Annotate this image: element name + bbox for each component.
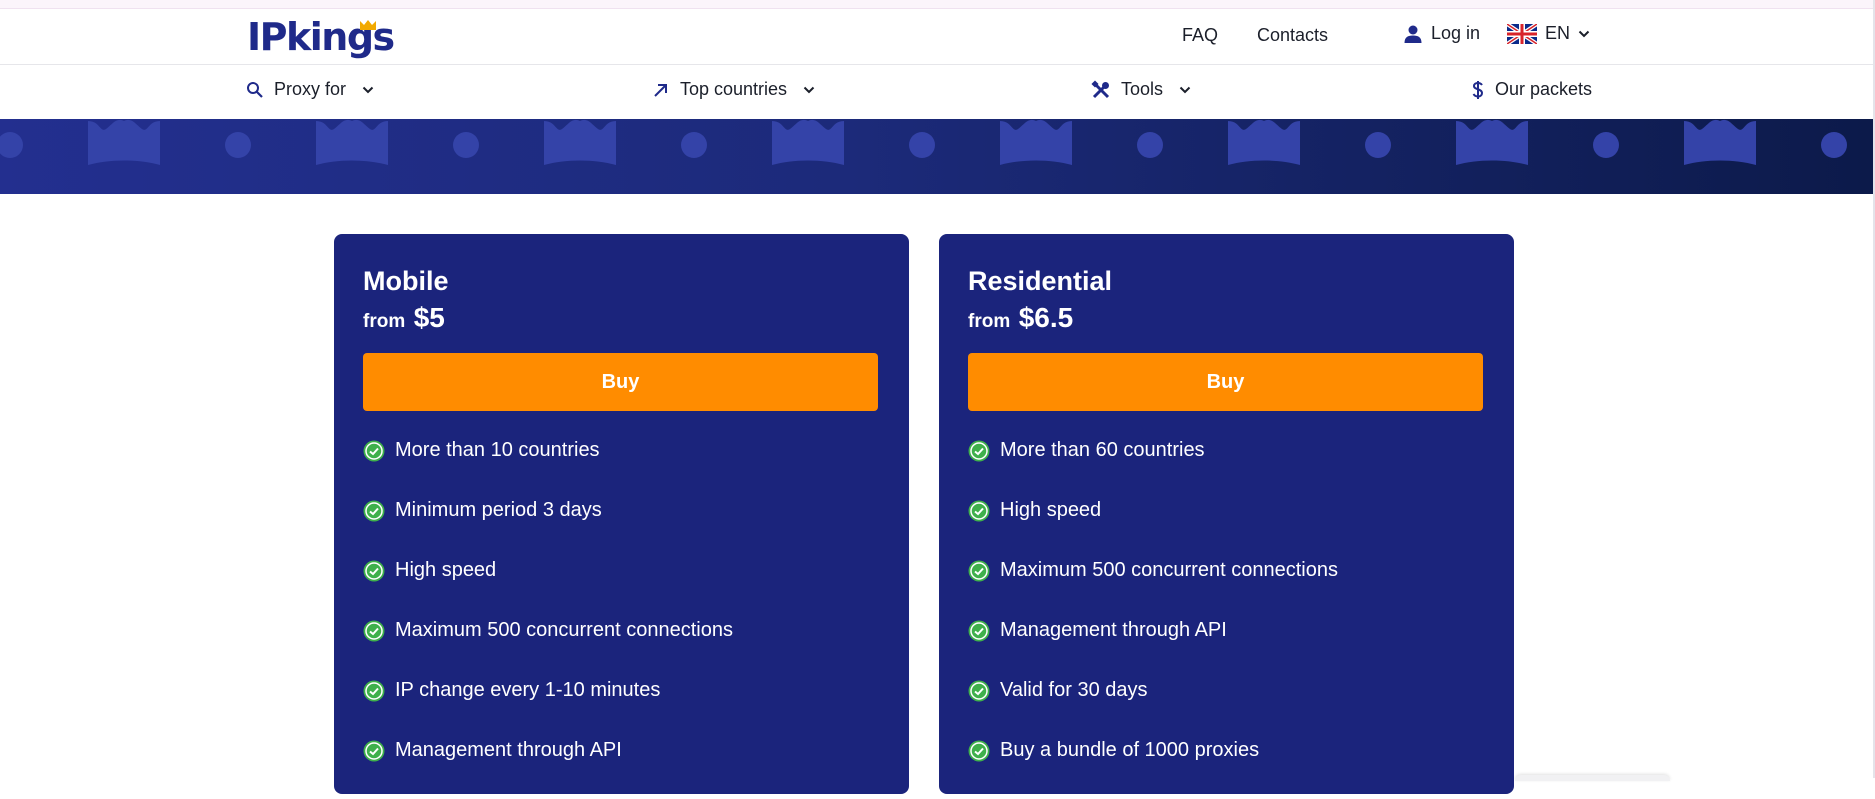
card-title: Residential (968, 266, 1113, 296)
feature-item: More than 10 countries (363, 439, 733, 499)
check-circle-icon (968, 680, 990, 702)
nav-item-proxy-for[interactable]: Proxy for (246, 79, 374, 100)
pattern-crown (1228, 119, 1300, 165)
nav-item-label: Top countries (680, 79, 788, 99)
contacts-link[interactable]: Contacts (1257, 25, 1328, 46)
feature-item: More than 60 countries (968, 439, 1338, 499)
check-circle-icon (968, 500, 990, 522)
feature-item: Buy a bundle of 1000 proxies (968, 739, 1338, 799)
language-label: EN (1545, 23, 1571, 43)
card-price: from $5 (363, 302, 445, 334)
feature-text: More than 10 countries (395, 439, 600, 461)
chevron-down-icon (803, 86, 815, 93)
pattern-crown (88, 119, 160, 165)
feature-text: Minimum period 3 days (395, 499, 602, 521)
pattern-circle (681, 132, 707, 158)
card-title: Mobile (363, 266, 449, 296)
top-strip (0, 0, 1875, 9)
feature-text: Maximum 500 concurrent connections (395, 619, 733, 641)
pattern-circle (1137, 132, 1163, 158)
feature-item: High speed (968, 499, 1338, 559)
nav-item-top-countries[interactable]: Top countries (652, 79, 815, 100)
crown-icon (360, 20, 376, 30)
arrow-up-right-icon (654, 83, 667, 97)
faq-link[interactable]: FAQ (1182, 25, 1218, 46)
feature-item: Management through API (363, 739, 733, 799)
language-selector[interactable]: EN (1507, 23, 1590, 44)
price-prefix: from (363, 311, 406, 332)
buy-button[interactable]: Buy (968, 353, 1483, 411)
nav-item-our-packets[interactable]: Our packets (1471, 79, 1592, 100)
feature-list: More than 60 countries High speed Maximu… (968, 439, 1338, 799)
buy-button[interactable]: Buy (363, 353, 878, 411)
chevron-down-icon (1578, 30, 1590, 37)
check-circle-icon (968, 740, 990, 762)
pattern-crown (544, 119, 616, 165)
chevron-down-icon (362, 86, 374, 93)
nav-item-tools[interactable]: Tools (1091, 79, 1191, 100)
check-circle-icon (363, 560, 385, 582)
pricing-card-residential: Residential from $6.5 Buy More than 60 c… (939, 234, 1514, 794)
price-amount: $6.5 (1018, 302, 1074, 333)
check-circle-icon (363, 620, 385, 642)
check-circle-icon (968, 620, 990, 642)
feature-item: Valid for 30 days (968, 679, 1338, 739)
login-label: Log in (1431, 23, 1481, 43)
crown-pattern (0, 119, 1847, 165)
check-circle-icon (363, 740, 385, 762)
uk-flag-icon (1507, 23, 1537, 44)
feature-text: Buy a bundle of 1000 proxies (1000, 739, 1260, 761)
chevron-down-icon (1179, 86, 1191, 93)
floating-widget-edge (1515, 775, 1670, 781)
pattern-circle (1821, 132, 1847, 158)
login-button[interactable]: Log in (1403, 23, 1480, 44)
pattern-circle (453, 132, 479, 158)
feature-text: High speed (395, 559, 497, 581)
card-price: from $6.5 (968, 302, 1073, 334)
search-icon (247, 81, 263, 98)
price-amount: $5 (413, 302, 445, 333)
feature-text: IP change every 1-10 minutes (395, 679, 661, 701)
nav-item-label: Our packets (1495, 79, 1593, 99)
feature-text: Maximum 500 concurrent connections (1000, 559, 1338, 581)
feature-item: Minimum period 3 days (363, 499, 733, 559)
price-prefix: from (968, 311, 1011, 332)
check-circle-icon (363, 440, 385, 462)
check-circle-icon (968, 560, 990, 582)
feature-text: Management through API (395, 739, 622, 761)
feature-item: Maximum 500 concurrent connections (363, 619, 733, 679)
pattern-circle (1365, 132, 1391, 158)
feature-list: More than 10 countries Minimum period 3 … (363, 439, 733, 799)
pattern-circle (909, 132, 935, 158)
main-nav: Proxy for Top countries Tools Our packet… (0, 65, 1873, 119)
nav-item-label: Tools (1121, 79, 1164, 99)
pattern-crown (772, 119, 844, 165)
feature-text: More than 60 countries (1000, 439, 1205, 461)
pattern-circle (1593, 132, 1619, 158)
check-circle-icon (363, 680, 385, 702)
check-circle-icon (968, 440, 990, 462)
feature-item: IP change every 1-10 minutes (363, 679, 733, 739)
check-circle-icon (363, 500, 385, 522)
dollar-icon (1472, 80, 1484, 99)
pattern-circle (0, 132, 23, 158)
pattern-crown (1000, 119, 1072, 165)
pattern-circle (225, 132, 251, 158)
feature-item: Maximum 500 concurrent connections (968, 559, 1338, 619)
feature-text: High speed (1000, 499, 1102, 521)
logo[interactable]: IPkings (247, 13, 395, 61)
feature-text: Management through API (1000, 619, 1227, 641)
pricing-card-mobile: Mobile from $5 Buy More than 10 countrie… (334, 234, 909, 794)
pattern-crown (1684, 119, 1756, 165)
feature-text: Valid for 30 days (1000, 679, 1148, 701)
nav-item-label: Proxy for (274, 79, 347, 99)
pattern-crown (1456, 119, 1528, 165)
user-icon (1404, 25, 1422, 43)
tools-icon (1091, 79, 1110, 98)
feature-item: High speed (363, 559, 733, 619)
pattern-crown (316, 119, 388, 165)
hero-banner (0, 119, 1873, 194)
site-header: IPkings FAQ Contacts Log in EN (0, 9, 1873, 65)
feature-item: Management through API (968, 619, 1338, 679)
